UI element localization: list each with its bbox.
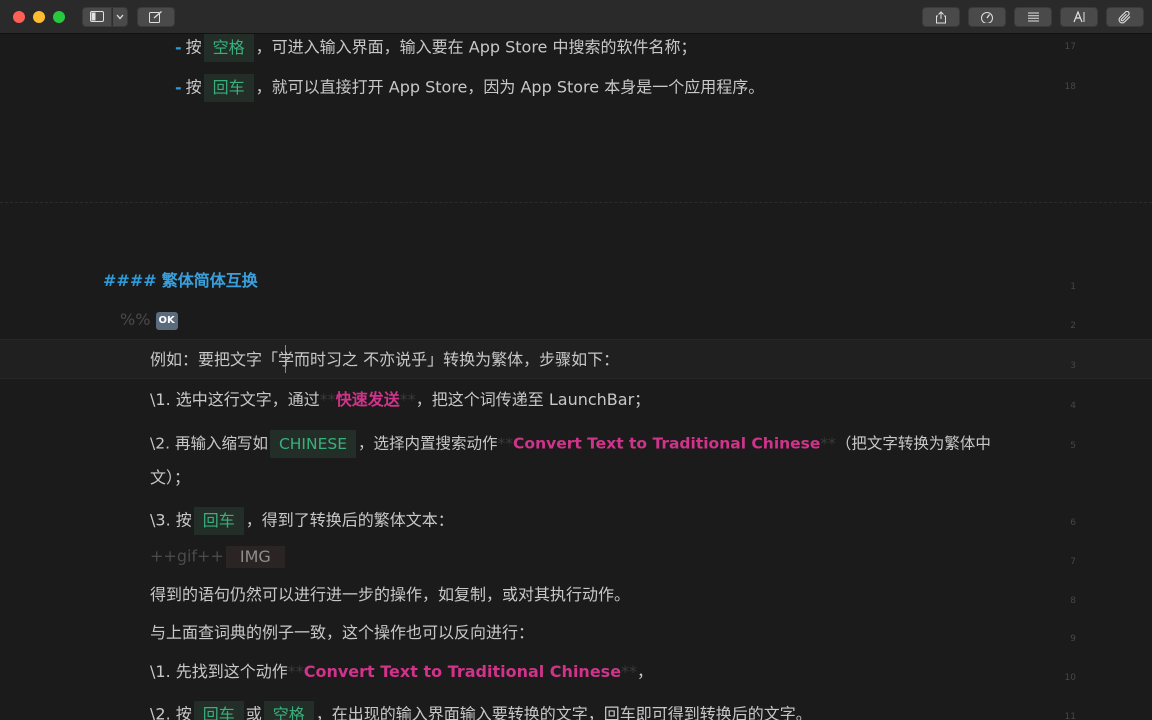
heading-marker: #### xyxy=(103,271,157,290)
list-bullet: - xyxy=(175,37,182,57)
text-segment: ，得到了转换后的繁体文本： xyxy=(245,510,454,530)
comment-marker: %% xyxy=(120,310,151,329)
typography-button[interactable] xyxy=(1060,7,1098,27)
zoom-window-button[interactable] xyxy=(53,10,65,23)
right-toolbar xyxy=(922,7,1144,27)
text-segment: 文）； xyxy=(150,468,191,487)
line-number: 17 xyxy=(1064,42,1076,52)
share-button[interactable] xyxy=(922,7,960,27)
gif-marker: ++gif++ xyxy=(150,546,224,566)
line-number: 8 xyxy=(1070,596,1076,606)
bold-text: Convert Text to Traditional Chinese xyxy=(513,434,821,453)
line-number: 5 xyxy=(1070,441,1076,451)
line-number: 4 xyxy=(1070,401,1076,411)
paragraph-line[interactable]: - 按空格 ，可进入输入界面，输入要在 App Store 中搜索的软件名称； 17 xyxy=(0,34,1152,62)
close-window-button[interactable] xyxy=(13,10,25,23)
list-icon xyxy=(1027,12,1039,22)
text-segment: \1. 先找到这个动作 xyxy=(150,662,288,681)
line-number: 10 xyxy=(1064,673,1076,683)
bold-marker: ** xyxy=(497,434,514,453)
line-number: 7 xyxy=(1070,557,1076,567)
line-number: 3 xyxy=(1070,361,1076,371)
sidebar-icon xyxy=(90,11,104,22)
typography-icon xyxy=(1072,11,1084,23)
ok-emoji-icon: OK xyxy=(155,311,178,330)
line-number: 18 xyxy=(1064,82,1076,92)
inline-code: 回车 xyxy=(193,701,244,720)
editor-content[interactable]: - 按空格 ，可进入输入界面，输入要在 App Store 中搜索的软件名称； 17… xyxy=(0,34,1152,720)
editor-window: - 按空格 ，可进入输入界面，输入要在 App Store 中搜索的软件名称； 17… xyxy=(0,0,1152,720)
heading-text: 繁体简体互换 xyxy=(161,271,258,290)
text-segment: ，选择内置搜索动作 xyxy=(358,434,498,453)
section-divider xyxy=(0,202,1152,203)
bold-marker: ** xyxy=(399,390,416,409)
bold-text: 快速发送 xyxy=(335,390,400,409)
line-number: 11 xyxy=(1064,712,1076,720)
text-segment: 按 xyxy=(185,77,202,97)
text-segment: 按 xyxy=(185,37,202,57)
text-segment: 例如：要把文字「学而时习之 不亦说乎」转换为繁体，步骤如下： xyxy=(150,350,620,369)
chevron-down-icon xyxy=(116,14,124,19)
toolbar xyxy=(0,0,1152,34)
traffic-lights xyxy=(13,10,65,23)
text-segment: ，把这个词传递至 LaunchBar； xyxy=(415,390,651,409)
line-number: 2 xyxy=(1070,321,1076,331)
text-segment: 或 xyxy=(245,704,262,720)
bold-marker: ** xyxy=(621,662,638,681)
text-segment: ，可进入输入界面，输入要在 App Store 中搜索的软件名称； xyxy=(255,37,697,57)
text-segment: 得到的语句仍然可以进行进一步的操作，如复制，或对其执行动作。 xyxy=(150,585,631,604)
inline-code: 空格 xyxy=(203,34,254,62)
bold-marker: ** xyxy=(287,662,304,681)
attachments-button[interactable] xyxy=(1106,7,1144,27)
line-number: 1 xyxy=(1070,282,1076,292)
paperclip-icon xyxy=(1118,10,1131,23)
sidebar-toggle-button[interactable] xyxy=(82,6,112,27)
text-segment: 与上面查词典的例子一致，这个操作也可以反向进行： xyxy=(150,623,535,642)
text-segment: ，在出现的输入界面输入要转换的文字，回车即可得到转换后的文字。 xyxy=(315,704,812,720)
inline-code: 回车 xyxy=(193,507,244,535)
text-segment: （把文字转换为繁体中 xyxy=(835,434,991,453)
speedometer-icon xyxy=(981,12,993,23)
statistics-button[interactable] xyxy=(968,7,1006,27)
list-bullet: - xyxy=(175,77,182,97)
text-segment: \1. 选中这行文字，通过 xyxy=(150,390,320,409)
minimize-window-button[interactable] xyxy=(33,10,45,23)
text-segment: ，就可以直接打开 App Store，因为 App Store 本身是一个应用程… xyxy=(255,77,765,97)
paragraph-line[interactable]: - 按回车 ，就可以直接打开 App Store，因为 App Store 本身是一… xyxy=(0,74,1152,102)
bold-marker: ** xyxy=(319,390,336,409)
line-number: 9 xyxy=(1070,634,1076,644)
inline-code: 空格 xyxy=(263,701,314,720)
compose-button[interactable] xyxy=(137,6,175,27)
text-segment: ， xyxy=(637,662,654,681)
bold-text: Convert Text to Traditional Chinese xyxy=(303,662,622,681)
bold-marker: ** xyxy=(820,434,836,453)
inline-code: 回车 xyxy=(203,74,254,102)
sidebar-menu-button[interactable] xyxy=(112,6,128,27)
outline-button[interactable] xyxy=(1014,7,1052,27)
sidebar-toggle-group xyxy=(82,6,128,27)
text-segment: \2. 按 xyxy=(150,704,192,720)
compose-icon xyxy=(149,10,162,23)
line-number: 6 xyxy=(1070,518,1076,528)
text-segment: \2. 再输入缩写如 xyxy=(150,434,268,453)
image-placeholder[interactable]: IMG xyxy=(225,546,285,568)
text-segment: \3. 按 xyxy=(150,510,192,530)
share-icon xyxy=(936,10,946,23)
inline-code: CHINESE xyxy=(269,430,357,458)
